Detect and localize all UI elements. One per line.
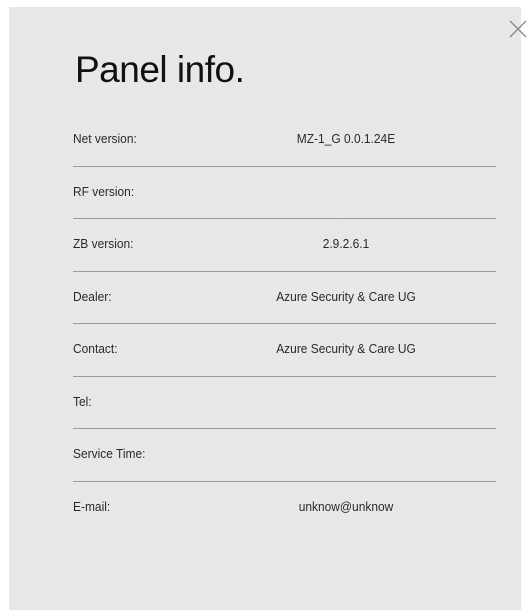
info-label: ZB version: <box>73 236 134 251</box>
info-value: Azure Security & Care UG <box>276 341 416 356</box>
info-label: Dealer: <box>73 288 112 304</box>
close-x-icon <box>509 20 527 38</box>
info-label: Contact: <box>73 341 118 356</box>
info-row-contact: Contact: Azure Security & Care UG <box>73 324 496 377</box>
info-label: E-mail: <box>73 498 111 514</box>
info-row-dealer: Dealer: Azure Security & Care UG <box>73 272 496 324</box>
info-value: MZ-1_G 0.0.1.24E <box>296 131 396 146</box>
info-list: Net version: MZ-1_G 0.0.1.24E RF version… <box>73 114 496 534</box>
info-row-net-version: Net version: MZ-1_G 0.0.1.24E <box>73 114 496 167</box>
info-value: unknow@unknow <box>298 498 394 514</box>
info-label: Tel: <box>73 393 92 409</box>
info-row-service-time: Service Time: <box>73 429 496 482</box>
info-label: Service Time: <box>73 446 146 461</box>
info-label: Net version: <box>73 131 137 146</box>
info-value: 2.9.2.6.1 <box>322 236 370 251</box>
info-row-rf-version: RF version: <box>73 167 496 219</box>
close-button[interactable] <box>508 19 528 39</box>
panel-info-dialog: Panel info. Net version: MZ-1_G 0.0.1.24… <box>9 7 521 610</box>
info-row-tel: Tel: <box>73 377 496 429</box>
dialog-title: Panel info. <box>75 49 245 90</box>
info-row-email: E-mail: unknow@unknow <box>73 482 496 535</box>
info-row-zb-version: ZB version: 2.9.2.6.1 <box>73 219 496 272</box>
info-label: RF version: <box>73 183 135 199</box>
info-value: Azure Security & Care UG <box>276 288 416 304</box>
